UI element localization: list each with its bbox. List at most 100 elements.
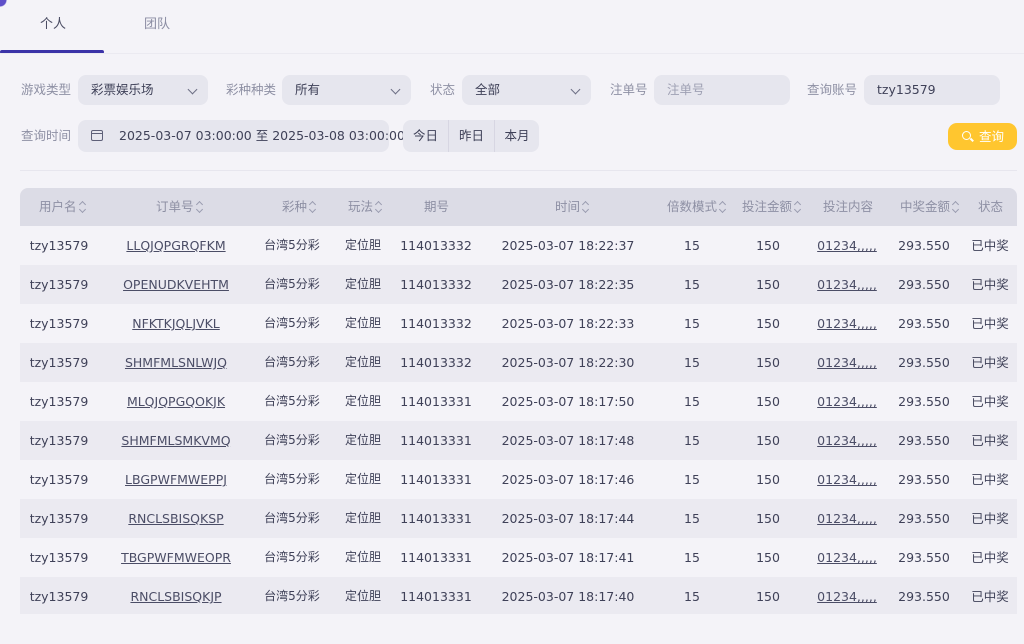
cell-order-no[interactable]: LLQJQPGRQFKM <box>113 226 239 265</box>
cell-multiple: 15 <box>684 277 700 292</box>
cell-bet-amount: 150 <box>756 589 780 604</box>
table-row: tzy13579 RNCLSBISQKSP 台湾5分彩 定位胆 114013331 202… <box>20 499 1017 538</box>
cell-username: tzy13579 <box>29 355 89 370</box>
cell-win-amount: 293.550 <box>898 472 950 487</box>
search-button[interactable]: 查询 <box>948 123 1017 150</box>
sort-icon[interactable] <box>375 201 383 213</box>
header-win-amount[interactable]: 中奖金额 <box>900 188 960 226</box>
cell-order-no[interactable]: RNCLSBISQKJP <box>113 577 239 616</box>
cell-play: 定位胆 <box>344 472 381 486</box>
cell-order-no[interactable]: NFKTKJQLJVKL <box>113 304 239 343</box>
cell-bet-amount: 150 <box>756 277 780 292</box>
cell-lottery: 台湾5分彩 <box>264 316 320 330</box>
sort-icon[interactable] <box>79 201 87 213</box>
account-label: 查询账号 <box>807 82 858 97</box>
yesterday-button[interactable]: 昨日 <box>449 120 494 152</box>
lottery-kind-select[interactable]: 所有 <box>282 75 411 105</box>
table-row: tzy13579 SHMFMLSNLWJQ 台湾5分彩 定位胆 114013332 202… <box>20 343 1017 382</box>
cell-username: tzy13579 <box>29 511 89 526</box>
cell-lottery: 台湾5分彩 <box>264 355 320 369</box>
cell-bet-content[interactable]: 01234,,,,, <box>816 226 878 265</box>
header-win-amount-label: 中奖金额 <box>900 199 951 214</box>
header-time[interactable]: 时间 <box>555 188 590 226</box>
table-row: tzy13579 OPENUDKVEHTM 台湾5分彩 定位胆 114013332 202… <box>20 265 1017 304</box>
sort-icon[interactable] <box>952 201 960 213</box>
this-month-button[interactable]: 本月 <box>495 120 539 152</box>
cell-issue: 114013331 <box>400 394 472 409</box>
cell-bet-content[interactable]: 01234,,,,, <box>816 499 878 538</box>
cell-time: 2025-03-07 18:22:35 <box>501 277 635 292</box>
game-type-select[interactable]: 彩票娱乐场 <box>78 75 208 105</box>
header-username[interactable]: 用户名 <box>39 188 87 226</box>
cell-play: 定位胆 <box>344 316 381 330</box>
cell-bet-content[interactable]: 01234,,,,, <box>816 538 878 577</box>
cell-status: 已中奖 <box>971 472 1009 487</box>
cell-multiple: 15 <box>684 472 700 487</box>
account-value: tzy13579 <box>877 82 936 97</box>
cell-bet-content[interactable]: 01234,,,,, <box>816 304 878 343</box>
cell-lottery: 台湾5分彩 <box>264 589 320 603</box>
cell-order-no[interactable]: MLQJQPGQOKJK <box>113 382 239 421</box>
cell-play: 定位胆 <box>344 433 381 447</box>
cell-win-amount: 293.550 <box>898 589 950 604</box>
cell-issue: 114013331 <box>400 472 472 487</box>
cell-play: 定位胆 <box>344 355 381 369</box>
header-play[interactable]: 玩法 <box>348 188 383 226</box>
game-type-label: 游戏类型 <box>21 82 72 97</box>
header-multiple[interactable]: 倍数模式 <box>667 188 727 226</box>
cell-multiple: 15 <box>684 589 700 604</box>
sort-icon[interactable] <box>196 201 204 213</box>
table-row: tzy13579 SHMFMLSMKVMQ 台湾5分彩 定位胆 114013331 202… <box>20 421 1017 460</box>
cell-time: 2025-03-07 18:22:33 <box>501 316 635 331</box>
cell-play: 定位胆 <box>344 277 381 291</box>
cell-order-no[interactable]: OPENUDKVEHTM <box>113 265 239 304</box>
table-row: tzy13579 TBGPWFMWEOPR 台湾5分彩 定位胆 114013331 202… <box>20 538 1017 577</box>
cell-lottery: 台湾5分彩 <box>264 238 320 252</box>
sort-icon[interactable] <box>719 201 727 213</box>
cell-order-no[interactable]: TBGPWFMWEOPR <box>113 538 239 577</box>
cell-bet-amount: 150 <box>756 511 780 526</box>
date-range-picker[interactable]: 2025-03-07 03:00:00 至 2025-03-08 03:00:0… <box>78 120 405 152</box>
sort-icon[interactable] <box>794 201 802 213</box>
cell-bet-content[interactable]: 01234,,,,, <box>816 577 878 616</box>
cell-bet-amount: 150 <box>756 472 780 487</box>
sort-icon[interactable] <box>309 201 317 213</box>
cell-issue: 114013332 <box>400 355 472 370</box>
cell-time: 2025-03-07 18:17:46 <box>501 472 635 487</box>
cell-username: tzy13579 <box>29 433 89 448</box>
cell-win-amount: 293.550 <box>898 394 950 409</box>
header-status: 状态 <box>978 199 1004 214</box>
header-lottery[interactable]: 彩种 <box>282 188 317 226</box>
status-select[interactable]: 全部 <box>462 75 591 105</box>
table-row: tzy13579 LLQJQPGRQFKM 台湾5分彩 定位胆 114013332 202… <box>20 226 1017 265</box>
tab-team[interactable]: 团队 <box>144 14 170 36</box>
cell-bet-content[interactable]: 01234,,,,, <box>816 382 878 421</box>
cell-status: 已中奖 <box>971 511 1009 526</box>
account-input[interactable]: tzy13579 <box>864 75 1000 105</box>
cell-bet-content[interactable]: 01234,,,,, <box>816 421 878 460</box>
cell-username: tzy13579 <box>29 472 89 487</box>
cell-bet-amount: 150 <box>756 394 780 409</box>
cell-multiple: 15 <box>684 355 700 370</box>
cell-bet-amount: 150 <box>756 355 780 370</box>
cell-order-no[interactable]: SHMFMLSNLWJQ <box>113 343 239 382</box>
header-bet-amount[interactable]: 投注金额 <box>742 188 802 226</box>
cell-issue: 114013332 <box>400 277 472 292</box>
cell-bet-content[interactable]: 01234,,,,, <box>816 265 878 304</box>
order-no-input[interactable]: 注单号 <box>654 75 790 105</box>
sort-icon[interactable] <box>582 201 590 213</box>
cell-order-no[interactable]: LBGPWFMWEPPJ <box>113 460 239 499</box>
cell-bet-content[interactable]: 01234,,,,, <box>816 343 878 382</box>
cell-multiple: 15 <box>684 394 700 409</box>
table-row: tzy13579 NFKTKJQLJVKL 台湾5分彩 定位胆 114013332 202… <box>20 304 1017 343</box>
page: 个人 团队 游戏类型 彩票娱乐场 彩种种类 所有 状态 全部 注单号 注单号 查… <box>0 0 1024 644</box>
cell-order-no[interactable]: SHMFMLSMKVMQ <box>113 421 239 460</box>
cell-issue: 114013331 <box>400 433 472 448</box>
cell-lottery: 台湾5分彩 <box>264 277 320 291</box>
tab-personal[interactable]: 个人 <box>40 14 66 36</box>
today-button[interactable]: 今日 <box>403 120 448 152</box>
cell-order-no[interactable]: RNCLSBISQKSP <box>113 499 239 538</box>
header-order-no[interactable]: 订单号 <box>156 188 204 226</box>
chevron-down-icon <box>570 84 581 95</box>
cell-bet-content[interactable]: 01234,,,,, <box>816 460 878 499</box>
